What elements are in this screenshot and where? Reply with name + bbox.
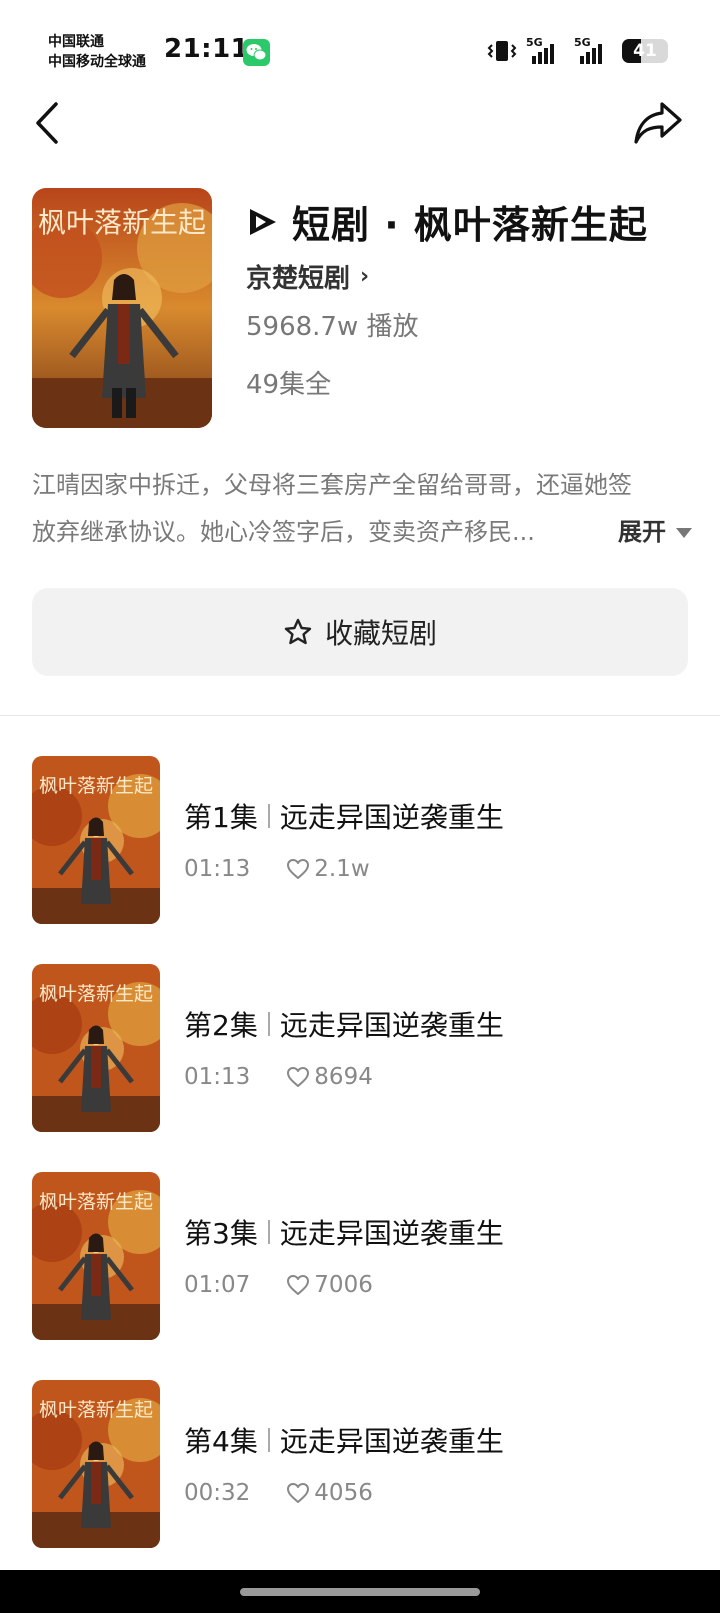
poster-title: 枫叶落新生起 — [38, 206, 206, 239]
share-button[interactable] — [632, 100, 684, 146]
drama-description: 江晴因家中拆迁，父母将三套房产全留给哥哥，还逼她签 放弃继承协议。她心冷签字后，… — [32, 462, 692, 556]
episode-thumbnail: 枫叶落新生起 — [32, 756, 160, 924]
carrier-2: 中国移动全球通 — [48, 54, 146, 70]
publisher-link[interactable]: 京楚短剧 › — [246, 258, 369, 295]
divider — [0, 715, 720, 716]
carrier-info: 中国联通 中国移动全球通 — [48, 32, 146, 72]
like-count: 8694 — [314, 1064, 373, 1090]
thumbnail-poster-title: 枫叶落新生起 — [39, 983, 153, 1005]
back-button[interactable] — [30, 98, 66, 148]
episode-meta: 01:13 2.1w — [184, 856, 370, 882]
episode-thumbnail: 枫叶落新生起 — [32, 1172, 160, 1340]
home-indicator[interactable] — [240, 1588, 480, 1596]
episode-number: 第1集 — [184, 801, 258, 834]
expand-label: 展开 — [618, 518, 666, 546]
status-right: 5G 5G 41 — [486, 36, 668, 66]
episode-likes: 4056 — [286, 1480, 373, 1506]
status-bar: 中国联通 中国移动全球通 21:11 5G 5G 41 — [0, 0, 720, 96]
status-time: 21:11 — [164, 34, 250, 64]
title-separator — [267, 1428, 270, 1452]
carrier-1: 中国联通 — [48, 34, 104, 50]
episode-number: 第2集 — [184, 1009, 258, 1042]
description-line-2: 放弃继承协议。她心冷签字后，变卖资产移民... — [32, 518, 535, 546]
signal-icon-2: 5G — [574, 36, 614, 64]
play-count: 5968.7w 播放 — [246, 312, 419, 342]
favorite-button[interactable]: 收藏短剧 — [32, 588, 688, 676]
share-arrow-icon — [634, 102, 682, 144]
episodes-total: 49集全 — [246, 370, 332, 400]
triangle-down-icon — [676, 527, 692, 538]
like-count: 4056 — [314, 1480, 373, 1506]
episode-number: 第4集 — [184, 1425, 258, 1458]
heart-outline-icon — [287, 1067, 310, 1087]
favorite-label: 收藏短剧 — [324, 617, 437, 650]
episode-name: 远走异国逆袭重生 — [279, 1425, 504, 1458]
episode-name: 远走异国逆袭重生 — [279, 1217, 504, 1250]
episode-title: 第4集 远走异国逆袭重生 — [184, 1420, 504, 1460]
episode-name: 远走异国逆袭重生 — [279, 801, 504, 834]
episode-item[interactable]: 枫叶落新生起 第2集 远走异国逆袭重生 01:13 8694 — [32, 964, 688, 1132]
episode-duration: 01:13 — [184, 856, 251, 882]
episode-item[interactable]: 枫叶落新生起 第4集 远走异国逆袭重生 00:32 4056 — [32, 1380, 688, 1548]
episode-thumbnail: 枫叶落新生起 — [32, 964, 160, 1132]
episode-likes: 8694 — [286, 1064, 373, 1090]
publisher-name: 京楚短剧 — [246, 264, 351, 294]
title-separator — [267, 804, 270, 828]
heart-outline-icon — [287, 859, 310, 879]
episode-meta: 01:07 7006 — [184, 1272, 373, 1298]
wechat-icon — [243, 39, 270, 66]
battery-icon: 41 — [622, 39, 668, 63]
episode-title: 第1集 远走异国逆袭重生 — [184, 796, 504, 836]
thumbnail-poster-title: 枫叶落新生起 — [39, 1191, 153, 1213]
episode-number: 第3集 — [184, 1217, 258, 1250]
episode-meta: 00:32 4056 — [184, 1480, 373, 1506]
episode-meta: 01:13 8694 — [184, 1064, 373, 1090]
episode-title: 第3集 远走异国逆袭重生 — [184, 1212, 504, 1252]
heart-outline-icon — [287, 1275, 310, 1295]
title-row: 短剧 · 枫叶落新生起 — [246, 194, 648, 249]
episode-likes: 7006 — [286, 1272, 373, 1298]
vibrate-icon — [486, 39, 518, 63]
episode-item[interactable]: 枫叶落新生起 第3集 远走异国逆袭重生 01:07 7006 — [32, 1172, 688, 1340]
episode-name: 远走异国逆袭重生 — [279, 1009, 504, 1042]
battery-level: 41 — [633, 41, 657, 61]
thumbnail-poster-title: 枫叶落新生起 — [39, 775, 153, 797]
heart-outline-icon — [287, 1483, 310, 1503]
thumbnail-poster-title: 枫叶落新生起 — [39, 1399, 153, 1421]
title-separator — [267, 1220, 270, 1244]
episode-item[interactable]: 枫叶落新生起 第1集 远走异国逆袭重生 01:13 2.1w — [32, 756, 688, 924]
episode-duration: 01:13 — [184, 1064, 251, 1090]
drama-title: 短剧 · 枫叶落新生起 — [292, 203, 648, 247]
drama-cover[interactable]: 枫叶落新生起 — [32, 188, 212, 428]
episode-likes: 2.1w — [286, 856, 370, 882]
like-count: 2.1w — [314, 856, 370, 882]
like-count: 7006 — [314, 1272, 373, 1298]
episode-duration: 01:07 — [184, 1272, 251, 1298]
signal-icon-1: 5G — [526, 36, 566, 64]
navigation-bar — [0, 1570, 720, 1613]
star-outline-icon — [284, 618, 312, 645]
episode-thumbnail: 枫叶落新生起 — [32, 1380, 160, 1548]
description-line-1: 江晴因家中拆迁，父母将三套房产全留给哥哥，还逼她签 — [32, 471, 632, 499]
title-separator — [267, 1012, 270, 1036]
expand-button[interactable]: 展开 — [618, 509, 692, 556]
episode-duration: 00:32 — [184, 1480, 251, 1506]
chevron-left-icon — [36, 102, 58, 144]
episode-title: 第2集 远走异国逆袭重生 — [184, 1004, 504, 1044]
chevron-right-icon: › — [360, 264, 370, 289]
play-logo-icon — [250, 208, 276, 235]
